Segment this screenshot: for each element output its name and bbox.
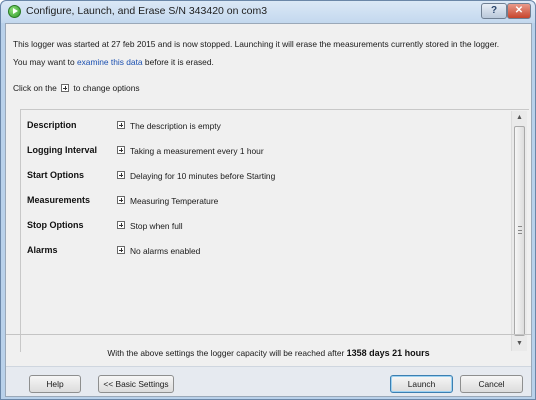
cancel-button[interactable]: Cancel (460, 375, 523, 393)
expand-plus-icon[interactable] (117, 246, 125, 254)
configure-launch-dialog: Configure, Launch, and Erase S/N 343420 … (0, 0, 536, 400)
expand-hint: Click on the to change options (13, 83, 140, 93)
option-row-measurements: Measurements Measuring Temperature (27, 195, 497, 209)
info-line-2-prefix: You may want to (13, 57, 75, 67)
title-help-button[interactable]: ? (481, 3, 507, 19)
basic-settings-button[interactable]: << Basic Settings (98, 375, 174, 393)
option-label: Alarms (27, 245, 58, 255)
expand-plus-icon[interactable] (117, 171, 125, 179)
divider (6, 334, 531, 335)
title-bar: Configure, Launch, and Erase S/N 343420 … (1, 1, 535, 23)
capacity-value: 1358 days 21 hours (346, 348, 430, 358)
dialog-body: This logger was started at 27 feb 2015 a… (5, 23, 532, 397)
info-line-2-suffix: before it is erased. (144, 57, 214, 67)
capacity-prefix: With the above settings the logger capac… (107, 348, 345, 358)
options-panel: Description The description is empty Log… (20, 109, 529, 352)
option-label: Start Options (27, 170, 85, 180)
option-value: Delaying for 10 minutes before Starting (130, 171, 276, 181)
expand-plus-icon (61, 84, 70, 92)
expand-plus-icon[interactable] (117, 146, 125, 154)
option-label: Logging Interval (27, 145, 98, 155)
options-scrollbar[interactable]: ▲ ▼ (511, 111, 527, 351)
option-row-description: Description The description is empty (27, 120, 497, 134)
scroll-up-arrow-icon[interactable]: ▲ (512, 111, 527, 125)
option-value: The description is empty (130, 121, 221, 131)
launch-app-icon (8, 5, 21, 18)
grip-icon (518, 226, 522, 234)
option-value: Taking a measurement every 1 hour (130, 146, 264, 156)
expand-plus-icon[interactable] (117, 221, 125, 229)
hint-prefix: Click on the (13, 83, 57, 93)
option-row-start-options: Start Options Delaying for 10 minutes be… (27, 170, 497, 184)
close-button[interactable]: ✕ (507, 3, 531, 19)
button-bar: Help << Basic Settings Launch Cancel (6, 366, 531, 396)
expand-plus-icon[interactable] (117, 121, 125, 129)
expand-plus-icon[interactable] (117, 196, 125, 204)
option-row-stop-options: Stop Options Stop when full (27, 220, 497, 234)
info-line-2: You may want to examine this data before… (13, 53, 528, 71)
window-title: Configure, Launch, and Erase S/N 343420 … (26, 5, 268, 17)
info-text: This logger was started at 27 feb 2015 a… (13, 35, 528, 71)
option-row-logging-interval: Logging Interval Taking a measurement ev… (27, 145, 497, 159)
option-row-alarms: Alarms No alarms enabled (27, 245, 497, 259)
capacity-summary: With the above settings the logger capac… (6, 348, 531, 358)
launch-button[interactable]: Launch (390, 375, 453, 393)
option-label: Measurements (27, 195, 91, 205)
option-value: Measuring Temperature (130, 196, 219, 206)
option-value: No alarms enabled (130, 246, 201, 256)
examine-data-link[interactable]: examine this data (77, 57, 143, 67)
option-label: Description (27, 120, 77, 130)
hint-suffix: to change options (73, 83, 140, 93)
option-value: Stop when full (130, 221, 183, 231)
help-button[interactable]: Help (29, 375, 81, 393)
info-line-1: This logger was started at 27 feb 2015 a… (13, 39, 500, 49)
scrollbar-thumb[interactable] (514, 126, 525, 336)
option-label: Stop Options (27, 220, 84, 230)
